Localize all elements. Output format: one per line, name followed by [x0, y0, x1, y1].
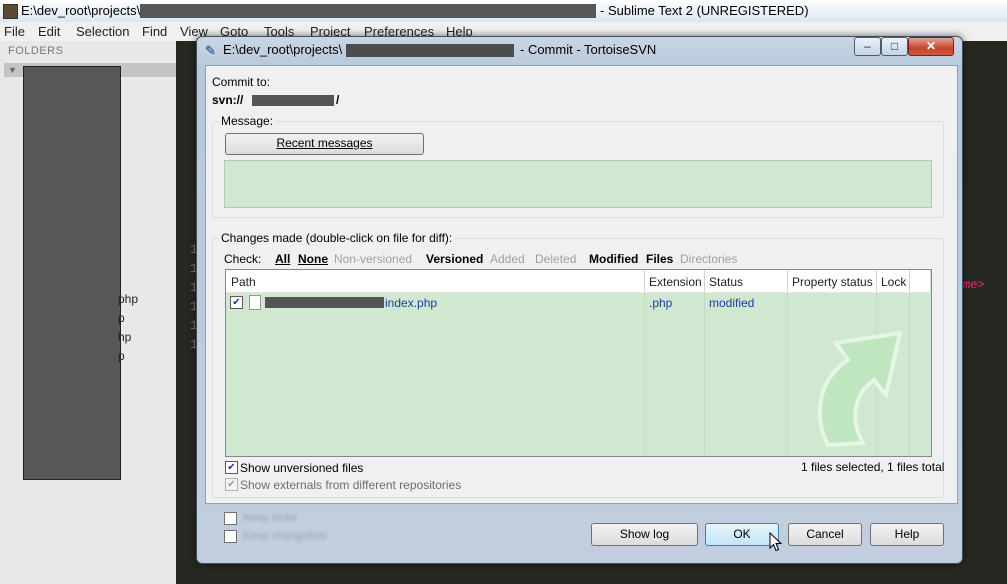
commit-url-scheme: svn:// [212, 93, 244, 107]
check-files-link[interactable]: Files [646, 252, 673, 266]
keep-locks-checkbox[interactable] [224, 512, 237, 525]
row-extension[interactable]: .php [649, 296, 672, 310]
check-versioned-link[interactable]: Versioned [426, 252, 483, 266]
check-none-link[interactable]: None [298, 252, 328, 266]
commit-url-trailing: / [336, 93, 340, 107]
recent-messages-button[interactable]: Recent messages [225, 133, 424, 155]
redacted-path-block [265, 297, 384, 308]
changes-label: Changes made (double-click on file for d… [219, 231, 455, 245]
dialog-title-path: E:\dev_root\projects\ [223, 42, 343, 57]
keep-changelists-checkbox[interactable] [224, 530, 237, 543]
check-label: Check: [224, 252, 262, 266]
check-nonversioned-link: Non-versioned [334, 252, 413, 266]
redacted-path-block [346, 44, 514, 57]
folder-expand-icon[interactable]: ▼ [8, 65, 17, 75]
ok-button[interactable]: OK [705, 523, 779, 546]
sublime-app-icon [3, 4, 18, 19]
commit-arrow-watermark-icon [817, 330, 903, 448]
row-status[interactable]: modified [709, 296, 754, 310]
show-externals-label: Show externals from different repositori… [240, 478, 462, 492]
check-all-link[interactable]: All [275, 252, 290, 266]
editor-code-fragment: me> [963, 278, 985, 292]
recent-messages-label: Recent messages [276, 136, 373, 150]
commit-message-input[interactable] [224, 160, 932, 208]
commit-to-label: Commit to: [212, 75, 271, 89]
cancel-button[interactable]: Cancel [788, 523, 862, 546]
tortoisesvn-icon: ✎ [205, 43, 216, 58]
column-header-lock[interactable]: Lock [881, 275, 906, 289]
menu-file[interactable]: File [4, 24, 25, 39]
column-header-property-status[interactable]: Property status [792, 275, 873, 289]
column-header-status[interactable]: Status [709, 275, 743, 289]
show-unversioned-label[interactable]: Show unversioned files [240, 461, 363, 475]
sidebar-folders-header: FOLDERS [8, 45, 64, 57]
column-divider[interactable] [704, 270, 705, 455]
check-directories-link: Directories [680, 252, 738, 266]
show-unversioned-checkbox[interactable]: ✔ [225, 461, 238, 474]
help-button[interactable]: Help [870, 523, 944, 546]
keep-changelists-label[interactable]: Keep changelists [243, 530, 327, 542]
keep-locks-label[interactable]: Keep locks [243, 512, 297, 524]
sublime-title-path: E:\dev_root\projects\ [21, 3, 141, 18]
sidebar-file-item[interactable]: p [118, 349, 125, 363]
redacted-url-block [252, 95, 334, 106]
menu-selection[interactable]: Selection [76, 24, 129, 39]
check-modified-link[interactable]: Modified [589, 252, 638, 266]
message-label: Message: [219, 114, 276, 128]
column-header-extension[interactable]: Extension [649, 275, 702, 289]
file-icon [249, 295, 261, 310]
sublime-title-app: - Sublime Text 2 (UNREGISTERED) [600, 3, 809, 18]
check-deleted-link: Deleted [535, 252, 577, 266]
show-externals-checkbox: ✔ [225, 478, 238, 491]
show-log-button[interactable]: Show log [591, 523, 698, 546]
close-button[interactable]: ✕ [908, 37, 954, 56]
column-divider[interactable] [909, 270, 910, 455]
sidebar-file-item[interactable]: php [118, 292, 138, 306]
redacted-path-block [140, 4, 596, 18]
sidebar-file-item[interactable]: hp [118, 330, 131, 344]
sidebar-file-item[interactable]: p [118, 311, 125, 325]
mouse-cursor-icon [769, 532, 783, 552]
column-divider[interactable] [644, 270, 645, 455]
menu-find[interactable]: Find [142, 24, 167, 39]
row-path[interactable]: index.php [385, 296, 437, 310]
check-added-link: Added [490, 252, 525, 266]
minimize-button[interactable]: – [854, 37, 881, 56]
column-divider[interactable] [787, 270, 788, 455]
redacted-file-tree [23, 66, 121, 480]
selection-summary: 1 files selected, 1 files total [801, 460, 945, 474]
dialog-title-app: - Commit - TortoiseSVN [520, 42, 657, 57]
column-header-path[interactable]: Path [231, 275, 256, 289]
maximize-button[interactable]: □ [881, 37, 908, 56]
row-checkbox[interactable]: ✔ [230, 296, 243, 309]
menu-edit[interactable]: Edit [38, 24, 60, 39]
